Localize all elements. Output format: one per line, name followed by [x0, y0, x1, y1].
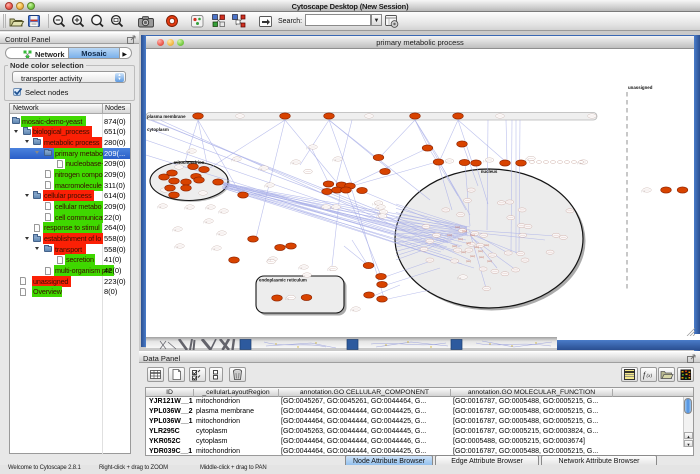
svg-text:(...): (...) — [186, 151, 190, 154]
svg-text:(...): (...) — [320, 207, 324, 210]
svg-text:(xxx): (xxx) — [470, 234, 475, 237]
svg-text:(...): (...) — [203, 221, 207, 224]
svg-text:endoplasmic reticulum: endoplasmic reticulum — [259, 278, 307, 283]
svg-text:(...): (...) — [443, 161, 447, 164]
svg-text:(xxx): (xxx) — [447, 234, 452, 237]
svg-text:(...): (...) — [231, 159, 235, 162]
svg-text:(...): (...) — [301, 275, 305, 278]
svg-text:(...): (...) — [172, 229, 176, 232]
svg-text:(x): (x) — [647, 374, 653, 379]
svg-text:(xxx): (xxx) — [466, 260, 471, 263]
svg-text:unassigned: unassigned — [628, 85, 653, 90]
svg-text:(...): (...) — [525, 159, 529, 162]
svg-text:(...): (...) — [290, 162, 294, 165]
svg-text:(...): (...) — [211, 248, 215, 251]
svg-text:(...): (...) — [375, 207, 379, 210]
svg-text:(...): (...) — [577, 162, 581, 165]
svg-text:(xxx): (xxx) — [461, 251, 466, 254]
svg-text:(xxx): (xxx) — [479, 256, 484, 259]
svg-text:(xxx): (xxx) — [458, 238, 463, 241]
svg-text:(...): (...) — [377, 212, 381, 215]
svg-text:(...): (...) — [205, 207, 209, 210]
svg-text:(...): (...) — [216, 233, 220, 236]
svg-text:(...): (...) — [157, 206, 161, 209]
svg-text:(xxx): (xxx) — [455, 226, 460, 229]
svg-text:(xxx): (xxx) — [487, 260, 492, 263]
svg-text:(...): (...) — [306, 147, 310, 150]
svg-text:cytoplasm: cytoplasm — [147, 127, 169, 132]
svg-text:(xxx): (xxx) — [478, 250, 483, 253]
svg-text:(xxx): (xxx) — [484, 244, 489, 247]
svg-text:(...): (...) — [350, 309, 354, 312]
svg-text:(...): (...) — [483, 160, 487, 163]
svg-text:plasma membrane: plasma membrane — [147, 114, 186, 119]
svg-text:(...): (...) — [327, 269, 331, 272]
svg-text:(...): (...) — [298, 267, 302, 270]
svg-text:(...): (...) — [457, 277, 461, 280]
svg-text:(...): (...) — [258, 168, 262, 171]
svg-text:(...): (...) — [332, 159, 336, 162]
svg-text:nucleus: nucleus — [481, 169, 498, 174]
svg-text:(xxx): (xxx) — [452, 245, 457, 248]
svg-text:(...): (...) — [641, 190, 645, 193]
svg-text:(...): (...) — [372, 203, 376, 206]
svg-text:(...): (...) — [376, 216, 380, 219]
svg-text:(...): (...) — [264, 185, 268, 188]
svg-text:(...): (...) — [184, 207, 188, 210]
svg-text:mitochondrion: mitochondrion — [174, 160, 205, 165]
svg-text:(...): (...) — [267, 259, 271, 262]
svg-text:(xxx): (xxx) — [470, 255, 475, 258]
svg-text:(...): (...) — [285, 298, 289, 301]
svg-text:(xxx): (xxx) — [466, 242, 471, 245]
svg-text:(xxx): (xxx) — [462, 230, 467, 233]
svg-text:(...): (...) — [330, 207, 334, 210]
svg-text:(xxx): (xxx) — [474, 246, 479, 249]
svg-text:(...): (...) — [218, 211, 222, 214]
svg-text:(...): (...) — [174, 246, 178, 249]
